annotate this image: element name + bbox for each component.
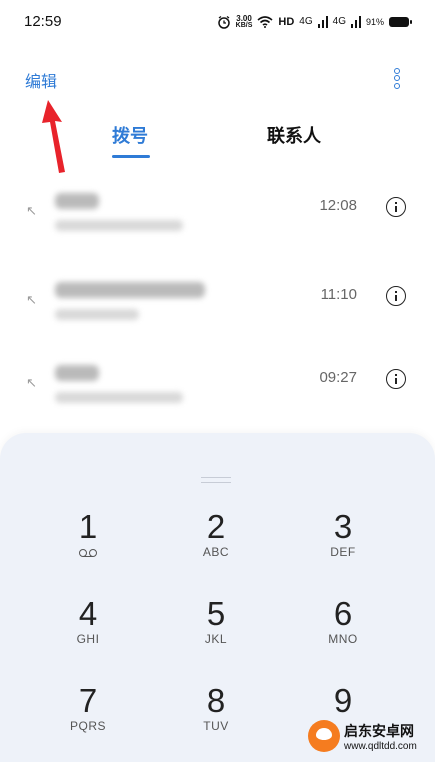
edit-button[interactable]: 编辑 [25,68,57,92]
outgoing-call-icon: ↖ [26,203,37,218]
watermark-name: 启东安卓网 [344,722,414,739]
dial-key-4[interactable]: 4 GHI [33,596,143,666]
blurred-contact-number [55,392,183,403]
wifi-icon [257,16,273,28]
alarm-icon [217,15,230,29]
dial-key-6[interactable]: 6 MNO [288,596,398,666]
call-info-icon[interactable] [386,286,406,306]
call-log-row[interactable]: ↖ 09:27 [0,365,435,435]
call-log-row[interactable]: ↖ 12:08 [0,193,435,263]
tab-contacts[interactable]: 联系人 [267,122,321,148]
watermark: 启东安卓网 www.qdltdd.com [308,720,417,752]
dial-key-3[interactable]: 3 DEF [288,509,398,579]
blurred-contact-name [55,282,205,298]
blurred-contact-name [55,193,99,209]
dial-key-7[interactable]: 7 PQRS [33,683,143,753]
dial-key-2[interactable]: 2 ABC [161,509,271,579]
tab-indicator [112,155,150,158]
dialpad: 1 2 ABC 3 DEF 4 GHI 5 JKL 6 MNO 7 PQRS 8… [0,433,435,762]
voicemail-icon [78,548,98,558]
outgoing-call-icon: ↖ [26,292,37,307]
call-log-row[interactable]: ↖ 11:10 [0,282,435,352]
call-info-icon[interactable] [386,197,406,217]
blurred-contact-name [55,365,99,381]
signal-icon [317,16,328,28]
network-4g-2: 4G [332,16,346,27]
battery-percent: 91% [365,17,384,27]
battery-icon [389,17,412,27]
status-bar: 12:59 3.00 KB/S HD 4G 4G 91% [0,0,435,44]
call-time: 12:08 [319,197,357,214]
network-4g-1: 4G [299,16,313,27]
dial-key-1[interactable]: 1 [33,509,143,579]
watermark-url: www.qdltdd.com [344,740,417,752]
status-time: 12:59 [24,13,62,30]
call-info-icon[interactable] [386,369,406,389]
tab-dial[interactable]: 拨号 [112,122,148,148]
status-icons: 3.00 KB/S HD 4G 4G 91% [217,12,412,32]
call-time: 09:27 [319,369,357,386]
net-speed: 3.00 KB/S [235,14,253,30]
more-options-icon[interactable] [388,66,406,92]
hd-indicator: HD [278,16,295,28]
outgoing-call-icon: ↖ [26,375,37,390]
blurred-contact-number [55,220,183,231]
dial-key-5[interactable]: 5 JKL [161,596,271,666]
blurred-contact-number [55,309,139,320]
signal-icon-2 [350,16,361,28]
drag-handle[interactable] [201,477,231,483]
annotation-arrow-icon [42,100,65,173]
watermark-logo-icon [308,720,340,752]
dial-key-8[interactable]: 8 TUV [161,683,271,753]
call-time: 11:10 [320,286,357,303]
